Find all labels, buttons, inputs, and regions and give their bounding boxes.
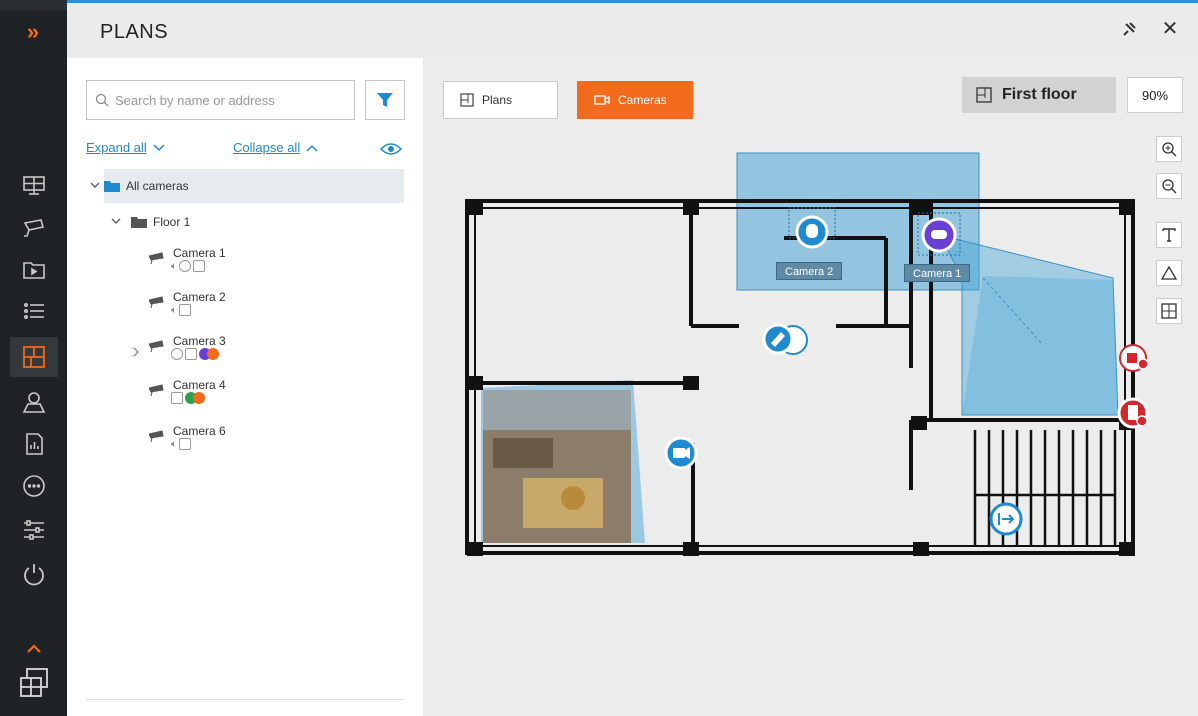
camera-group-marker[interactable] (762, 323, 808, 355)
chevron-down-icon[interactable] (111, 218, 121, 226)
expand-all-label: Expand all (86, 140, 147, 155)
page-title: PLANS (100, 21, 169, 43)
audio-icon: 🔈︎ (171, 260, 177, 272)
archive-icon (193, 260, 205, 272)
monitor-icon[interactable] (10, 166, 58, 206)
audio-icon: 🔈︎ (171, 438, 177, 450)
header-bar: PLANS ✕ (67, 0, 1198, 58)
alarm-sensor-marker[interactable] (1119, 344, 1149, 372)
camera-1-fov-inner (962, 276, 1118, 415)
events-list-icon[interactable] (10, 292, 58, 332)
more-icon[interactable] (10, 466, 58, 506)
collapse-all-label: Collapse all (233, 140, 301, 155)
camera-status-icons (171, 348, 219, 360)
chevron-up-icon[interactable] (23, 640, 45, 658)
filter-button[interactable] (365, 80, 405, 120)
exit-marker[interactable] (989, 502, 1023, 536)
camera-icon (149, 340, 164, 352)
panel-divider (86, 699, 404, 700)
archive-icon (171, 392, 183, 404)
power-icon[interactable] (10, 554, 58, 594)
chevron-down-icon (153, 143, 165, 151)
close-icon[interactable]: ✕ (1160, 19, 1180, 39)
archive-icon (179, 438, 191, 450)
reports-icon[interactable] (10, 424, 58, 464)
camera-6-marker[interactable] (664, 436, 698, 470)
map-pin-icon[interactable] (10, 382, 58, 422)
status-dot-orange (207, 348, 219, 360)
pin-icon[interactable] (1120, 21, 1138, 39)
camera-icon (149, 252, 164, 264)
camera-tree-panel: Expand all Collapse all All cameras Floo… (67, 58, 423, 716)
tree-label: Floor 1 (153, 215, 191, 229)
audio-icon: 🔈︎ (171, 304, 177, 316)
layouts-icon[interactable] (17, 666, 51, 700)
camera-status-icons: 🔈︎ (171, 304, 191, 316)
tree-label: All cameras (126, 179, 189, 193)
eye-icon[interactable] (380, 141, 402, 157)
camera-icon[interactable] (10, 208, 58, 248)
chevron-down-icon[interactable] (90, 182, 100, 190)
expand-all-link[interactable]: Expand all (86, 140, 165, 155)
left-rail: » (0, 0, 67, 716)
camera-name: Camera 4 (173, 378, 226, 392)
plan-view: Plans Cameras First floor 90% Camera 2 C… (423, 58, 1198, 716)
alarm-door-marker[interactable] (1117, 397, 1149, 429)
tree-item-floor[interactable]: Floor 1 (111, 212, 190, 232)
tree-item-all-cameras[interactable]: All cameras (90, 169, 404, 203)
plans-icon[interactable] (10, 337, 58, 377)
camera-name: Camera 1 (173, 246, 226, 260)
camera-status-icons: 🔈︎ (171, 438, 191, 450)
camera-2-map-label[interactable]: Camera 2 (776, 262, 843, 280)
search-input[interactable] (115, 89, 345, 111)
camera-status-icons (171, 392, 205, 404)
camera-icon (149, 384, 164, 396)
camera-status-icons: 🔈︎ (171, 260, 205, 272)
camera-icon (149, 430, 164, 442)
search-box (86, 80, 355, 120)
video-preview-ceiling (483, 390, 631, 430)
camera-name: Camera 2 (173, 290, 226, 304)
ptz-icon (179, 260, 191, 272)
video-preview-desk (493, 438, 553, 468)
ptz-icon (171, 348, 183, 360)
chevron-up-icon (306, 144, 318, 152)
collapse-all-link[interactable]: Collapse all (233, 140, 318, 155)
floor-plan (465, 152, 1149, 556)
filter-icon (377, 93, 393, 107)
camera-name: Camera 3 (173, 334, 226, 348)
archive-icon (185, 348, 197, 360)
settings-sliders-icon[interactable] (10, 510, 58, 550)
app-window: » PLANS ✕ Search by name or address Expa… (0, 0, 1198, 716)
expand-rail-icon[interactable]: » (14, 18, 52, 46)
camera-1-map-label[interactable]: Camera 1 (904, 264, 971, 282)
video-preview-chair (561, 486, 585, 510)
camera-icon (149, 296, 164, 308)
camera-name: Camera 6 (173, 424, 226, 438)
search-icon (95, 93, 109, 107)
folder-icon (131, 217, 147, 228)
archive-icon[interactable] (10, 250, 58, 290)
folder-icon (104, 181, 120, 192)
rail-top-strip (0, 0, 67, 10)
archive-icon (179, 304, 191, 316)
status-dot-orange (193, 392, 205, 404)
chevron-right-icon[interactable] (133, 347, 139, 357)
